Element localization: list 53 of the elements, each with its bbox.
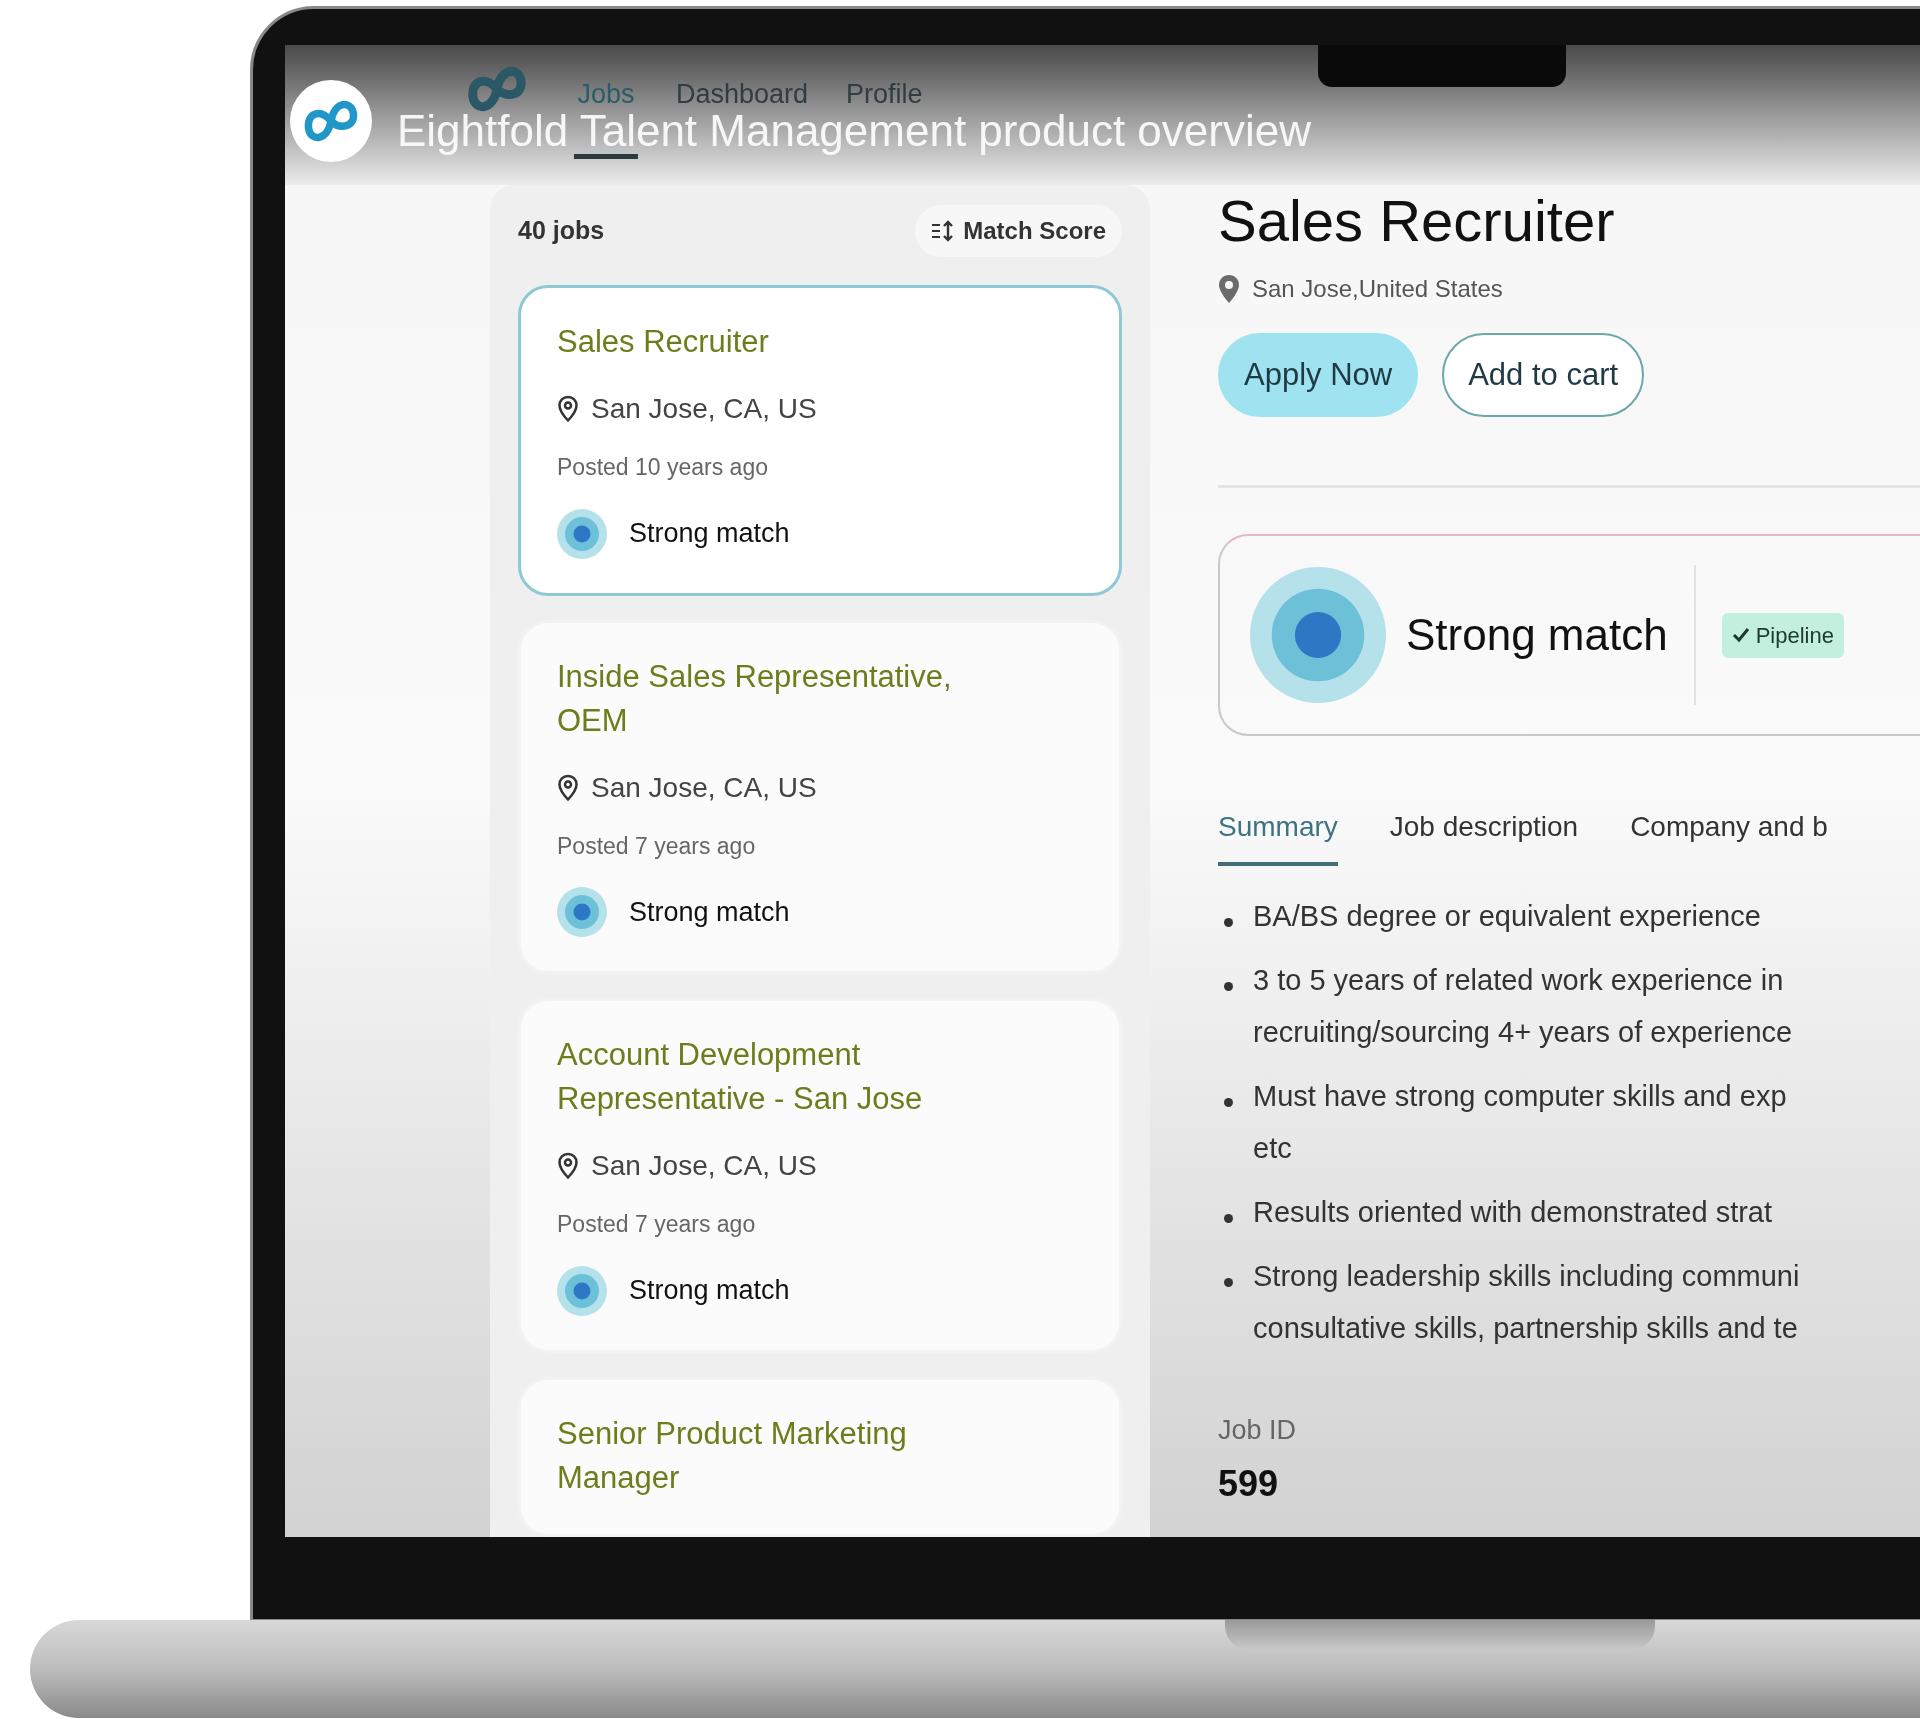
nav-underline [574,154,638,159]
summary-line: recruiting/sourcing 4+ years of experience [1253,1015,1793,1050]
job-location: San Jose, CA, US [591,770,817,805]
match-target-icon [557,887,607,937]
bullet-icon [1224,1278,1233,1287]
job-card[interactable]: Account Development Representative - San Jose San Jose, CA, US Posted 7 years ago Strong match [518,998,1122,1353]
job-count: 40 jobs [518,215,605,247]
match-level: Strong match [629,895,790,929]
sort-icon [931,220,956,242]
badge-label: Pipeline [1755,621,1834,650]
bullet-icon [1224,982,1233,991]
match-level: Strong match [1406,609,1668,661]
job-title: Senior Product Marketing Manager [557,1414,908,1497]
posted-date: Posted 7 years ago [557,1210,757,1239]
match-target-icon [557,508,607,559]
bullet-icon [1224,1098,1233,1107]
match-level: Strong match [629,1274,790,1308]
posted-date: Posted 10 years ago [557,453,769,482]
job-title: Inside Sales Representative, OEM [557,657,953,740]
summary-line: Must have strong computer skills and exp [1253,1079,1787,1114]
job-title: Sales Recruiter [557,323,770,361]
job-location: San Jose, CA, US [591,1149,817,1183]
job-location: San Jose,United States [1252,274,1503,304]
match-level: Strong match [629,517,790,551]
bullet-icon [1224,918,1233,927]
tab[interactable]: Job description [1389,806,1579,866]
match-target-icon [557,1265,607,1316]
summary-line: BA/BS degree or equivalent experience [1253,899,1761,934]
tab[interactable]: Company and b [1630,806,1828,866]
apply-button[interactable]: Apply Now [1218,333,1419,417]
job-location: San Jose, CA, US [591,392,817,426]
video-title: Eightfold Talent Management product overview [397,109,1311,153]
summary-line: etc [1253,1131,1293,1166]
summary-line: 3 to 5 years of related work experience in [1253,963,1785,998]
sort-button[interactable]: Match Score [915,205,1122,257]
location-pin-icon [557,1152,579,1180]
summary-line: Strong leadership skills including communi [1253,1259,1800,1294]
cart-button[interactable]: Add to cart [1442,333,1645,417]
location-pin-icon [1218,274,1240,304]
job-id: 599 [1218,1461,1280,1506]
summary-line: Results oriented with demonstrated strat [1253,1195,1773,1230]
location-pin-icon [557,395,579,423]
location-pin-icon [557,773,579,802]
tab[interactable]: Summary [1218,806,1338,866]
job-title: Sales Recruiter [1218,187,1616,255]
job-title: Account Development Representative - San Jose [557,1036,924,1118]
summary-line: consultative skills, partnership skills and te [1253,1311,1799,1346]
bullet-icon [1224,1214,1233,1223]
job-id-label: Job ID [1218,1414,1298,1447]
match-target-icon [1250,567,1386,703]
posted-date: Posted 7 years ago [557,831,757,861]
check-icon [1731,627,1750,643]
job-card[interactable]: Sales Recruiter San Jose, CA, US Posted 10 years ago Strong match [518,285,1122,596]
